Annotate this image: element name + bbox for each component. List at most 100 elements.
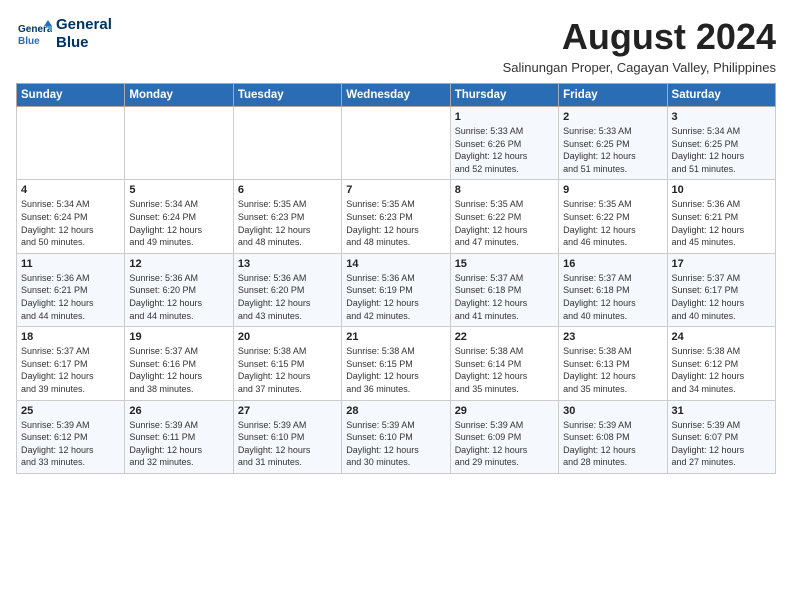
day-cell [342, 107, 450, 180]
day-info: Sunrise: 5:35 AM Sunset: 6:23 PM Dayligh… [346, 198, 445, 248]
day-number: 18 [21, 331, 120, 343]
day-number: 11 [21, 258, 120, 270]
day-cell: 18 Sunrise: 5:37 AM Sunset: 6:17 PM Dayli… [17, 327, 125, 400]
day-cell: 12 Sunrise: 5:36 AM Sunset: 6:20 PM Dayli… [125, 253, 233, 326]
day-number: 14 [346, 258, 445, 270]
day-cell [125, 107, 233, 180]
day-info: Sunrise: 5:38 AM Sunset: 6:12 PM Dayligh… [672, 345, 771, 395]
week-row-1: 1 Sunrise: 5:33 AM Sunset: 6:26 PM Daylig… [17, 107, 776, 180]
day-info: Sunrise: 5:36 AM Sunset: 6:20 PM Dayligh… [238, 272, 337, 322]
day-number: 1 [455, 111, 554, 123]
day-cell: 2 Sunrise: 5:33 AM Sunset: 6:25 PM Daylig… [559, 107, 667, 180]
day-cell: 27 Sunrise: 5:39 AM Sunset: 6:10 PM Dayli… [233, 400, 341, 473]
day-number: 7 [346, 184, 445, 196]
day-cell: 14 Sunrise: 5:36 AM Sunset: 6:19 PM Dayli… [342, 253, 450, 326]
day-number: 13 [238, 258, 337, 270]
day-info: Sunrise: 5:37 AM Sunset: 6:18 PM Dayligh… [455, 272, 554, 322]
day-cell: 21 Sunrise: 5:38 AM Sunset: 6:15 PM Dayli… [342, 327, 450, 400]
calendar-table: SundayMondayTuesdayWednesdayThursdayFrid… [16, 83, 776, 474]
weekday-header-thursday: Thursday [450, 84, 558, 107]
day-info: Sunrise: 5:38 AM Sunset: 6:15 PM Dayligh… [238, 345, 337, 395]
day-number: 27 [238, 405, 337, 417]
day-cell: 16 Sunrise: 5:37 AM Sunset: 6:18 PM Dayli… [559, 253, 667, 326]
weekday-header-tuesday: Tuesday [233, 84, 341, 107]
day-info: Sunrise: 5:35 AM Sunset: 6:23 PM Dayligh… [238, 198, 337, 248]
day-number: 6 [238, 184, 337, 196]
day-cell: 15 Sunrise: 5:37 AM Sunset: 6:18 PM Dayli… [450, 253, 558, 326]
day-number: 9 [563, 184, 662, 196]
day-cell: 10Sunrise: 5:36 AM Sunset: 6:21 PM Dayli… [667, 180, 775, 253]
day-info: Sunrise: 5:37 AM Sunset: 6:17 PM Dayligh… [21, 345, 120, 395]
day-number: 29 [455, 405, 554, 417]
week-row-5: 25 Sunrise: 5:39 AM Sunset: 6:12 PM Dayli… [17, 400, 776, 473]
day-info: Sunrise: 5:38 AM Sunset: 6:15 PM Dayligh… [346, 345, 445, 395]
weekday-header-friday: Friday [559, 84, 667, 107]
page-header: General Blue General Blue August 2024 Sa… [16, 16, 776, 75]
weekday-header-row: SundayMondayTuesdayWednesdayThursdayFrid… [17, 84, 776, 107]
day-cell: 31Sunrise: 5:39 AM Sunset: 6:07 PM Dayli… [667, 400, 775, 473]
day-cell: 24 Sunrise: 5:38 AM Sunset: 6:12 PM Dayli… [667, 327, 775, 400]
day-info: Sunrise: 5:33 AM Sunset: 6:25 PM Dayligh… [563, 125, 662, 175]
day-number: 15 [455, 258, 554, 270]
day-number: 8 [455, 184, 554, 196]
logo-icon: General Blue [16, 16, 52, 52]
day-number: 3 [672, 111, 771, 123]
day-number: 28 [346, 405, 445, 417]
day-number: 2 [563, 111, 662, 123]
logo-line2: Blue [56, 34, 112, 52]
month-year: August 2024 [503, 16, 776, 58]
day-cell: 1 Sunrise: 5:33 AM Sunset: 6:26 PM Daylig… [450, 107, 558, 180]
day-cell: 4 Sunrise: 5:34 AM Sunset: 6:24 PM Daylig… [17, 180, 125, 253]
day-cell: 3 Sunrise: 5:34 AM Sunset: 6:25 PM Daylig… [667, 107, 775, 180]
day-cell: 5 Sunrise: 5:34 AM Sunset: 6:24 PM Daylig… [125, 180, 233, 253]
day-cell: 9Sunrise: 5:35 AM Sunset: 6:22 PM Daylig… [559, 180, 667, 253]
week-row-3: 11 Sunrise: 5:36 AM Sunset: 6:21 PM Dayli… [17, 253, 776, 326]
day-info: Sunrise: 5:34 AM Sunset: 6:24 PM Dayligh… [129, 198, 228, 248]
day-cell: 25 Sunrise: 5:39 AM Sunset: 6:12 PM Dayli… [17, 400, 125, 473]
day-number: 31 [672, 405, 771, 417]
day-number: 17 [672, 258, 771, 270]
day-info: Sunrise: 5:34 AM Sunset: 6:24 PM Dayligh… [21, 198, 120, 248]
day-number: 25 [21, 405, 120, 417]
day-info: Sunrise: 5:34 AM Sunset: 6:25 PM Dayligh… [672, 125, 771, 175]
day-info: Sunrise: 5:36 AM Sunset: 6:20 PM Dayligh… [129, 272, 228, 322]
day-cell: 17Sunrise: 5:37 AM Sunset: 6:17 PM Dayli… [667, 253, 775, 326]
day-info: Sunrise: 5:36 AM Sunset: 6:19 PM Dayligh… [346, 272, 445, 322]
day-number: 5 [129, 184, 228, 196]
day-cell: 19Sunrise: 5:37 AM Sunset: 6:16 PM Dayli… [125, 327, 233, 400]
day-number: 12 [129, 258, 228, 270]
weekday-header-monday: Monday [125, 84, 233, 107]
week-row-2: 4 Sunrise: 5:34 AM Sunset: 6:24 PM Daylig… [17, 180, 776, 253]
day-info: Sunrise: 5:37 AM Sunset: 6:18 PM Dayligh… [563, 272, 662, 322]
day-cell: 11 Sunrise: 5:36 AM Sunset: 6:21 PM Dayli… [17, 253, 125, 326]
day-info: Sunrise: 5:39 AM Sunset: 6:09 PM Dayligh… [455, 419, 554, 469]
day-number: 4 [21, 184, 120, 196]
day-number: 21 [346, 331, 445, 343]
day-info: Sunrise: 5:39 AM Sunset: 6:10 PM Dayligh… [346, 419, 445, 469]
day-number: 24 [672, 331, 771, 343]
location: Salinungan Proper, Cagayan Valley, Phili… [503, 60, 776, 75]
day-info: Sunrise: 5:36 AM Sunset: 6:21 PM Dayligh… [21, 272, 120, 322]
day-cell: 28 Sunrise: 5:39 AM Sunset: 6:10 PM Dayli… [342, 400, 450, 473]
day-cell: 8Sunrise: 5:35 AM Sunset: 6:22 PM Daylig… [450, 180, 558, 253]
title-block: August 2024 Salinungan Proper, Cagayan V… [503, 16, 776, 75]
day-cell: 13 Sunrise: 5:36 AM Sunset: 6:20 PM Dayli… [233, 253, 341, 326]
day-number: 16 [563, 258, 662, 270]
day-info: Sunrise: 5:39 AM Sunset: 6:12 PM Dayligh… [21, 419, 120, 469]
day-cell: 23Sunrise: 5:38 AM Sunset: 6:13 PM Dayli… [559, 327, 667, 400]
day-number: 10 [672, 184, 771, 196]
day-cell: 29 Sunrise: 5:39 AM Sunset: 6:09 PM Dayli… [450, 400, 558, 473]
week-row-4: 18 Sunrise: 5:37 AM Sunset: 6:17 PM Dayli… [17, 327, 776, 400]
day-number: 23 [563, 331, 662, 343]
svg-text:Blue: Blue [18, 36, 40, 47]
day-cell [233, 107, 341, 180]
day-info: Sunrise: 5:33 AM Sunset: 6:26 PM Dayligh… [455, 125, 554, 175]
day-cell: 20Sunrise: 5:38 AM Sunset: 6:15 PM Dayli… [233, 327, 341, 400]
weekday-header-saturday: Saturday [667, 84, 775, 107]
day-info: Sunrise: 5:39 AM Sunset: 6:10 PM Dayligh… [238, 419, 337, 469]
logo-text: General Blue [56, 16, 112, 52]
day-info: Sunrise: 5:39 AM Sunset: 6:08 PM Dayligh… [563, 419, 662, 469]
day-cell: 30Sunrise: 5:39 AM Sunset: 6:08 PM Dayli… [559, 400, 667, 473]
logo-line1: General [56, 16, 112, 34]
day-number: 26 [129, 405, 228, 417]
